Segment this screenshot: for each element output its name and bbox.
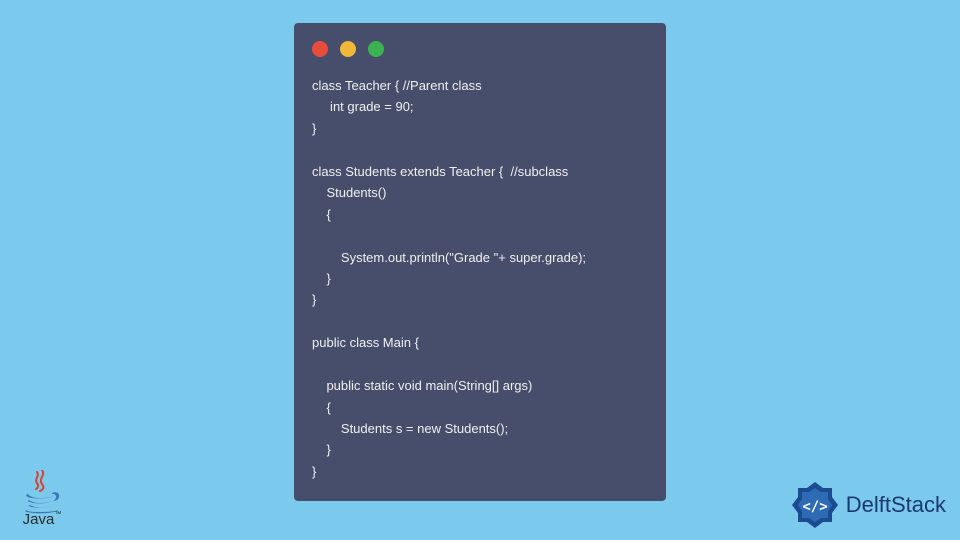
delftstack-logo-icon: </> — [790, 480, 840, 530]
code-block: class Teacher { //Parent class int grade… — [312, 75, 648, 482]
maximize-icon — [368, 41, 384, 57]
minimize-icon — [340, 41, 356, 57]
window-controls — [312, 41, 648, 57]
delftstack-brand: </> DelftStack — [790, 480, 946, 530]
svg-text:</>: </> — [802, 499, 827, 515]
delftstack-label: DelftStack — [846, 492, 946, 518]
java-cup-icon — [20, 470, 64, 514]
java-logo: Java™ — [18, 470, 66, 532]
code-window: class Teacher { //Parent class int grade… — [294, 23, 666, 501]
java-label: Java™ — [23, 511, 62, 528]
close-icon — [312, 41, 328, 57]
